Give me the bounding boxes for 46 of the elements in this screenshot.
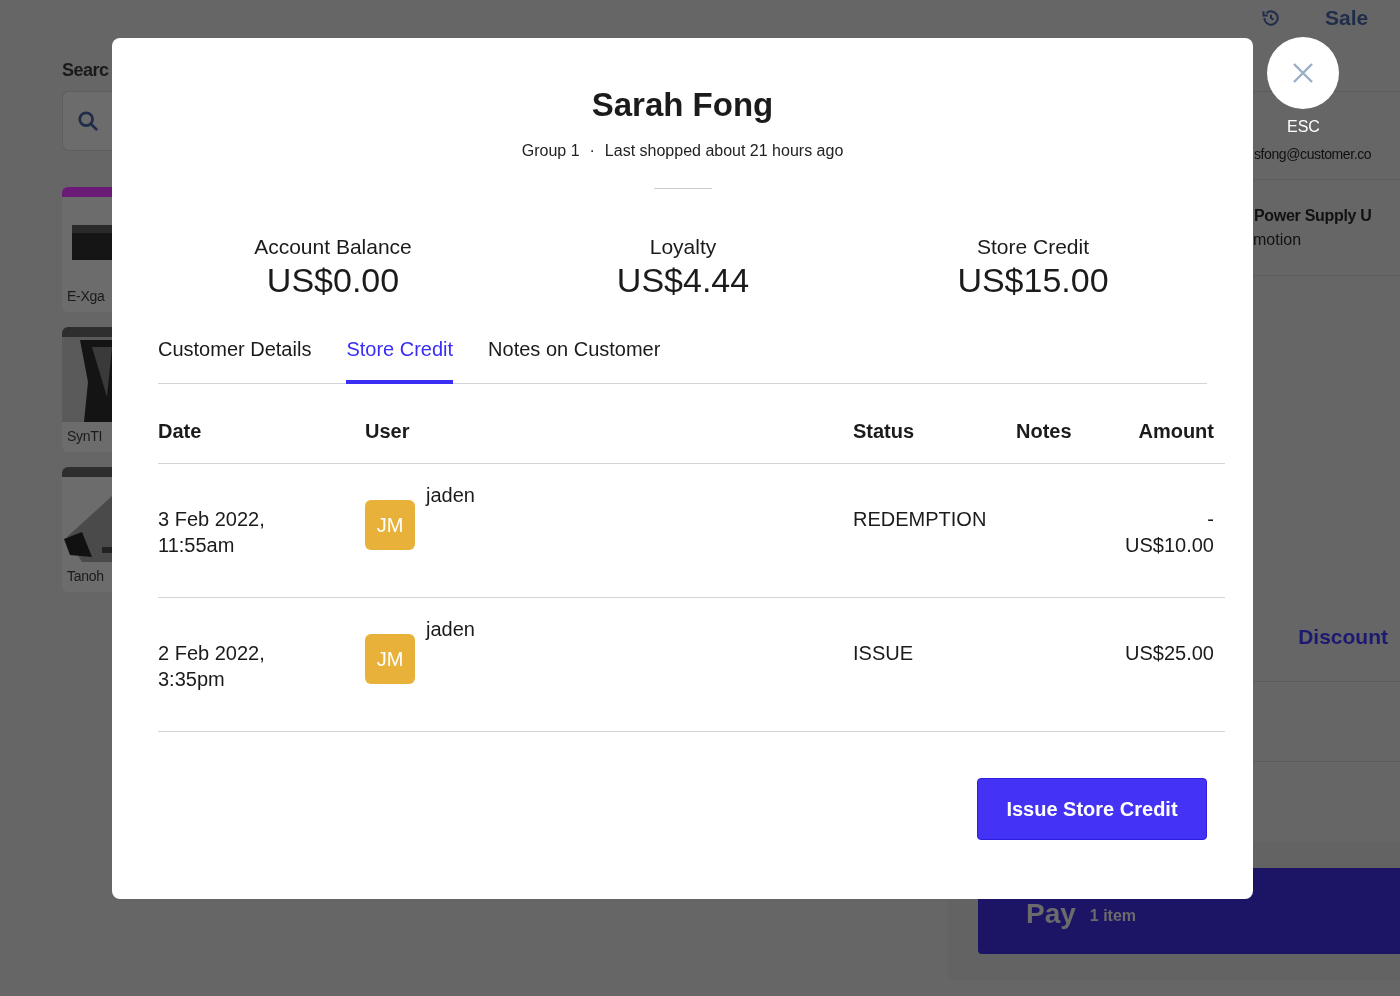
tab[interactable]: Notes on Customer	[488, 328, 661, 384]
user-avatar: JM	[365, 634, 415, 684]
status-cell-text: ISSUE	[853, 641, 914, 666]
status-cell-text: REDEMPTION	[853, 507, 987, 532]
stat-label: Account Balance	[254, 235, 412, 259]
customer-name: Sarah Fong	[590, 86, 775, 124]
amount-cell-text: US$25.00	[1124, 641, 1214, 666]
search-label: Searc	[62, 60, 109, 81]
product-name: E-Xga	[66, 287, 105, 304]
product-card[interactable]: SynTI	[62, 327, 112, 452]
search-field[interactable]	[62, 91, 112, 151]
product-name: SynTI	[66, 427, 103, 444]
separator-dot: ·	[589, 142, 595, 160]
tab[interactable]: Customer Details	[158, 328, 312, 384]
tab[interactable]: Store Credit	[346, 328, 454, 384]
product-card[interactable]: E-Xga	[62, 187, 112, 312]
esc-label: ESC	[1287, 118, 1320, 136]
customer-email: sfong@customer.co	[1254, 145, 1372, 162]
product-card[interactable]: Tanoh	[62, 467, 112, 592]
column-header: Notes	[1016, 384, 1118, 464]
stat-value: US$15.00	[957, 261, 1109, 300]
user-avatar: JM	[365, 500, 415, 550]
column-header: Amount	[1118, 384, 1225, 464]
column-header: Date	[158, 384, 365, 464]
issue-store-credit-button[interactable]: Issue Store Credit	[977, 778, 1207, 840]
stat-value: US$4.44	[616, 261, 750, 300]
line-item-name: Power Supply U	[1254, 206, 1372, 225]
close-icon	[1292, 62, 1314, 84]
amount-cell-text: - US$10.00	[1124, 507, 1214, 558]
stat-label: Loyalty	[649, 235, 717, 259]
product-name: Tanoh	[66, 567, 104, 584]
column-header: Status	[853, 384, 1016, 464]
user-name: jaden	[426, 483, 475, 508]
last-shopped: Last shopped about 21 hours ago	[604, 142, 844, 160]
search-icon	[77, 110, 99, 132]
user-name: jaden	[426, 617, 475, 642]
column-header: User	[365, 384, 853, 464]
stat-value: US$0.00	[266, 261, 400, 300]
date-cell-text: 3 Feb 2022, 11:55am	[158, 507, 266, 558]
date-cell-text: 2 Feb 2022, 3:35pm	[158, 641, 266, 692]
stat-label: Store Credit	[976, 235, 1089, 259]
clock-icon	[1261, 8, 1281, 28]
sale-title: Sale	[1325, 6, 1369, 30]
discount-link[interactable]: Discount	[1298, 624, 1388, 649]
customer-group: Group 1	[521, 142, 580, 160]
line-item-note: motion	[1253, 230, 1302, 249]
